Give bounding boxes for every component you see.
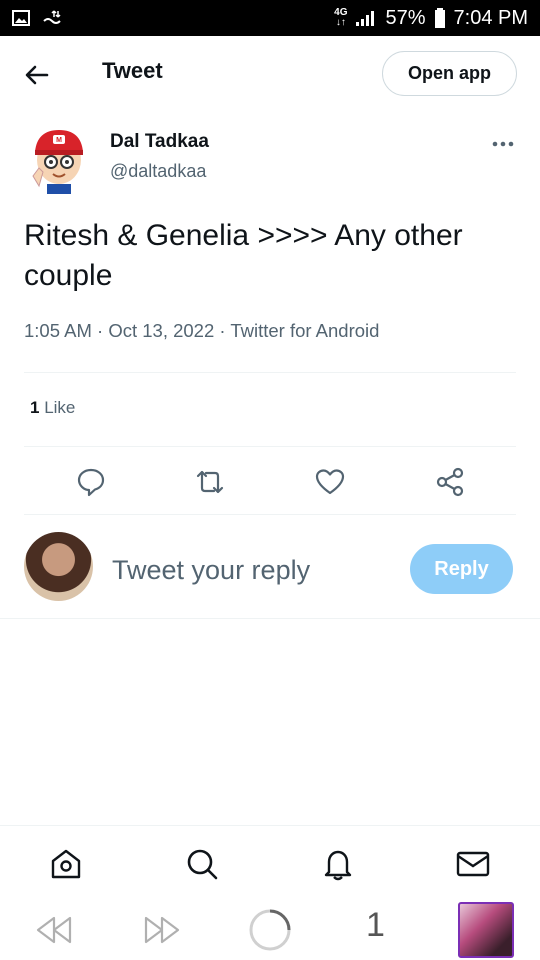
signal-icon [356,11,375,26]
author-avatar[interactable]: M [27,124,91,194]
open-app-button[interactable]: Open app [382,51,517,96]
reply-input[interactable] [112,552,392,588]
fast-forward-icon[interactable] [142,912,182,948]
mail-icon[interactable] [455,846,491,882]
more-horizontal-icon[interactable] [488,134,518,154]
search-icon[interactable] [184,846,220,882]
comment-icon[interactable] [75,466,107,498]
status-bar: 4G ↓↑ 57% 7:04 PM [0,0,540,36]
retweet-icon[interactable] [194,466,226,498]
home-icon[interactable] [48,846,84,882]
battery-percent: 57% [385,6,426,29]
tweet-text: Ritesh & Genelia >>>> Any other couple [24,219,463,292]
tweet-actions [0,460,540,504]
data-saver-notification-icon [43,10,61,24]
gallery-notification-icon [12,10,30,26]
divider [24,446,516,447]
page-title: Tweet [102,58,163,83]
rewind-icon[interactable] [34,912,74,948]
divider [24,514,516,515]
divider [24,372,516,373]
top-bar: Tweet Open app [0,36,540,112]
svg-text:M: M [56,137,62,144]
share-icon[interactable] [434,466,466,498]
author-name[interactable]: Dal Tadkaa [110,131,209,153]
status-right-icons: 4G ↓↑ 57% 7:04 PM [334,7,528,30]
bell-icon[interactable] [320,846,356,882]
reply-composer: Reply [0,516,540,618]
status-left-icons [12,9,62,27]
tab-count[interactable]: 1 [366,906,385,945]
like-count[interactable]: 1 Like [30,398,75,418]
author-handle[interactable]: @daltadkaa [110,161,206,182]
network-type: 4G ↓↑ [334,7,348,28]
arrow-left-icon[interactable] [22,60,52,90]
battery-icon [434,8,445,28]
tweet-meta: 1:05 AM · Oct 13, 2022 · Twitter for And… [24,320,380,341]
like-count-number: 1 [30,398,40,417]
loading-spinner-icon[interactable] [248,908,292,952]
status-time: 7:04 PM [453,6,528,29]
divider [0,618,540,619]
reply-button[interactable]: Reply [410,544,513,594]
current-user-avatar[interactable] [24,532,93,601]
bottom-nav [0,825,540,901]
profile-thumbnail[interactable] [458,902,514,958]
heart-icon[interactable] [314,466,346,498]
like-count-label: Like [44,398,76,417]
